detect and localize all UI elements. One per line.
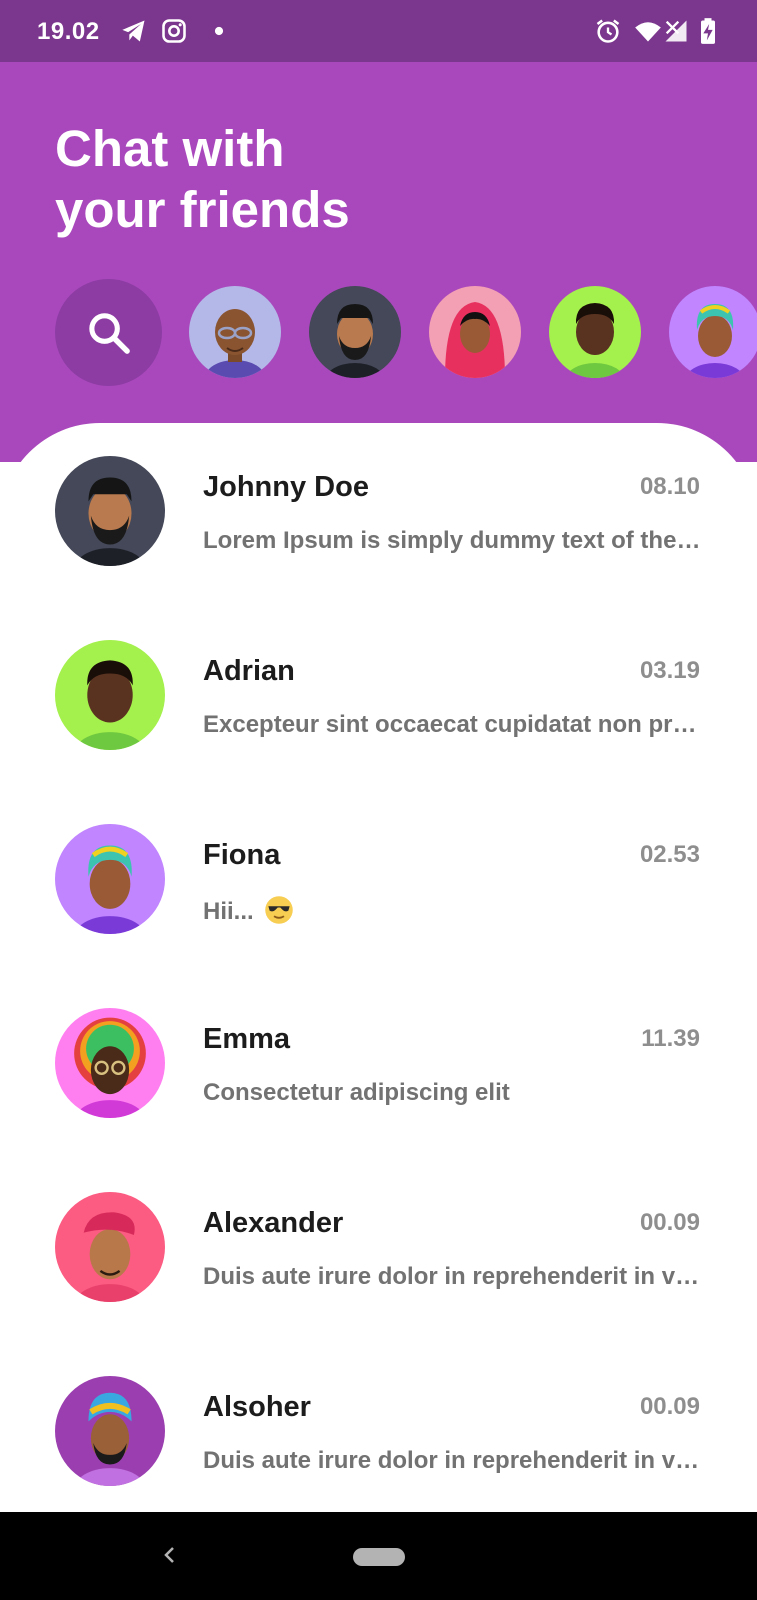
chat-item-johnny-doe[interactable]: Johnny Doe 08.10 Lorem Ipsum is simply d… xyxy=(0,423,757,607)
title-line-2: your friends xyxy=(55,181,350,238)
chat-name: Adrian xyxy=(203,655,295,687)
avatar-rainbow-afro-icon xyxy=(74,1017,146,1118)
avatar xyxy=(55,1192,165,1302)
notification-dot-icon xyxy=(214,26,224,36)
avatar-rainbow-hair-icon xyxy=(685,304,745,378)
chat-name: Emma xyxy=(203,1023,291,1055)
chat-time: 08.10 xyxy=(639,473,700,500)
avatar-bald-glasses-icon xyxy=(205,309,265,378)
search-icon xyxy=(89,313,130,354)
chat-preview: Consectetur adipiscing elit xyxy=(203,1079,510,1106)
avatar xyxy=(55,1008,165,1118)
avatar-bearded-man-icon xyxy=(74,477,146,566)
chat-time: 03.19 xyxy=(639,657,700,684)
chat-item-emma[interactable]: Emma 11.39 Consectetur adipiscing elit xyxy=(0,975,757,1159)
story-avatar-rainbow-hair[interactable] xyxy=(669,286,757,378)
avatar xyxy=(55,1376,165,1486)
chat-list: Johnny Doe 08.10 Lorem Ipsum is simply d… xyxy=(0,423,757,1512)
avatar xyxy=(55,456,165,566)
back-chevron-icon[interactable] xyxy=(158,1540,182,1570)
search-button[interactable] xyxy=(55,279,162,386)
page-title: Chat with your friends xyxy=(55,118,455,240)
chat-item-adrian[interactable]: Adrian 03.19 Excepteur sint occaecat cup… xyxy=(0,607,757,791)
story-avatar-bald-glasses[interactable] xyxy=(189,286,281,378)
avatar xyxy=(55,640,165,750)
alarm-icon xyxy=(596,19,620,43)
story-avatar-hijab-woman[interactable] xyxy=(429,286,521,378)
chat-name: Fiona xyxy=(203,839,281,871)
chat-name: Alsoher xyxy=(203,1391,311,1423)
instagram-icon xyxy=(162,19,186,43)
chat-item-alsoher[interactable]: Alsoher 00.09 Duis aute irure dolor in r… xyxy=(0,1343,757,1512)
status-time: 19.02 xyxy=(37,18,100,45)
chat-preview-text: Hii... xyxy=(203,898,254,925)
chat-item-alexander[interactable]: Alexander 00.09 Duis aute irure dolor in… xyxy=(0,1159,757,1343)
signal-icon xyxy=(665,20,687,42)
avatar-turban-man-icon xyxy=(74,1392,146,1486)
title-line-1: Chat with xyxy=(55,120,285,177)
battery-charging-icon xyxy=(701,18,715,44)
chat-time: 00.09 xyxy=(639,1209,700,1236)
chat-preview: Duis aute irure dolor in reprehenderit i… xyxy=(203,1263,703,1290)
chat-time: 11.39 xyxy=(641,1025,700,1052)
avatar-hijab-woman-icon xyxy=(445,302,505,378)
chat-item-fiona[interactable]: Fiona 02.53 Hii... xyxy=(0,791,757,975)
chat-time: 00.09 xyxy=(639,1393,700,1420)
story-avatar-bearded-man[interactable] xyxy=(309,286,401,378)
avatar-bearded-man-icon xyxy=(325,304,385,378)
chat-name: Alexander xyxy=(203,1207,344,1239)
chat-preview: Duis aute irure dolor in reprehenderit i… xyxy=(203,1447,703,1474)
chat-preview: Hii... xyxy=(203,895,703,926)
avatar xyxy=(55,824,165,934)
wifi-icon xyxy=(635,22,661,42)
chat-preview: Excepteur sint occaecat cupidatat non pr… xyxy=(203,711,703,738)
navigation-bar xyxy=(0,1512,757,1600)
avatar-curly-man-icon xyxy=(565,303,625,378)
chat-preview: Lorem Ipsum is simply dummy text of the … xyxy=(203,527,703,554)
telegram-icon xyxy=(122,20,145,42)
home-pill-icon[interactable] xyxy=(353,1548,405,1566)
sunglasses-emoji-icon xyxy=(265,896,294,924)
status-bar: 19.02 xyxy=(0,0,757,62)
avatar-beret-man-icon xyxy=(74,1212,146,1302)
avatar-rainbow-hair-icon xyxy=(74,845,146,934)
chat-time: 02.53 xyxy=(639,841,700,868)
story-avatar-curly-man[interactable] xyxy=(549,286,641,378)
chat-name: Johnny Doe xyxy=(203,471,369,503)
avatar-curly-man-icon xyxy=(74,660,146,750)
